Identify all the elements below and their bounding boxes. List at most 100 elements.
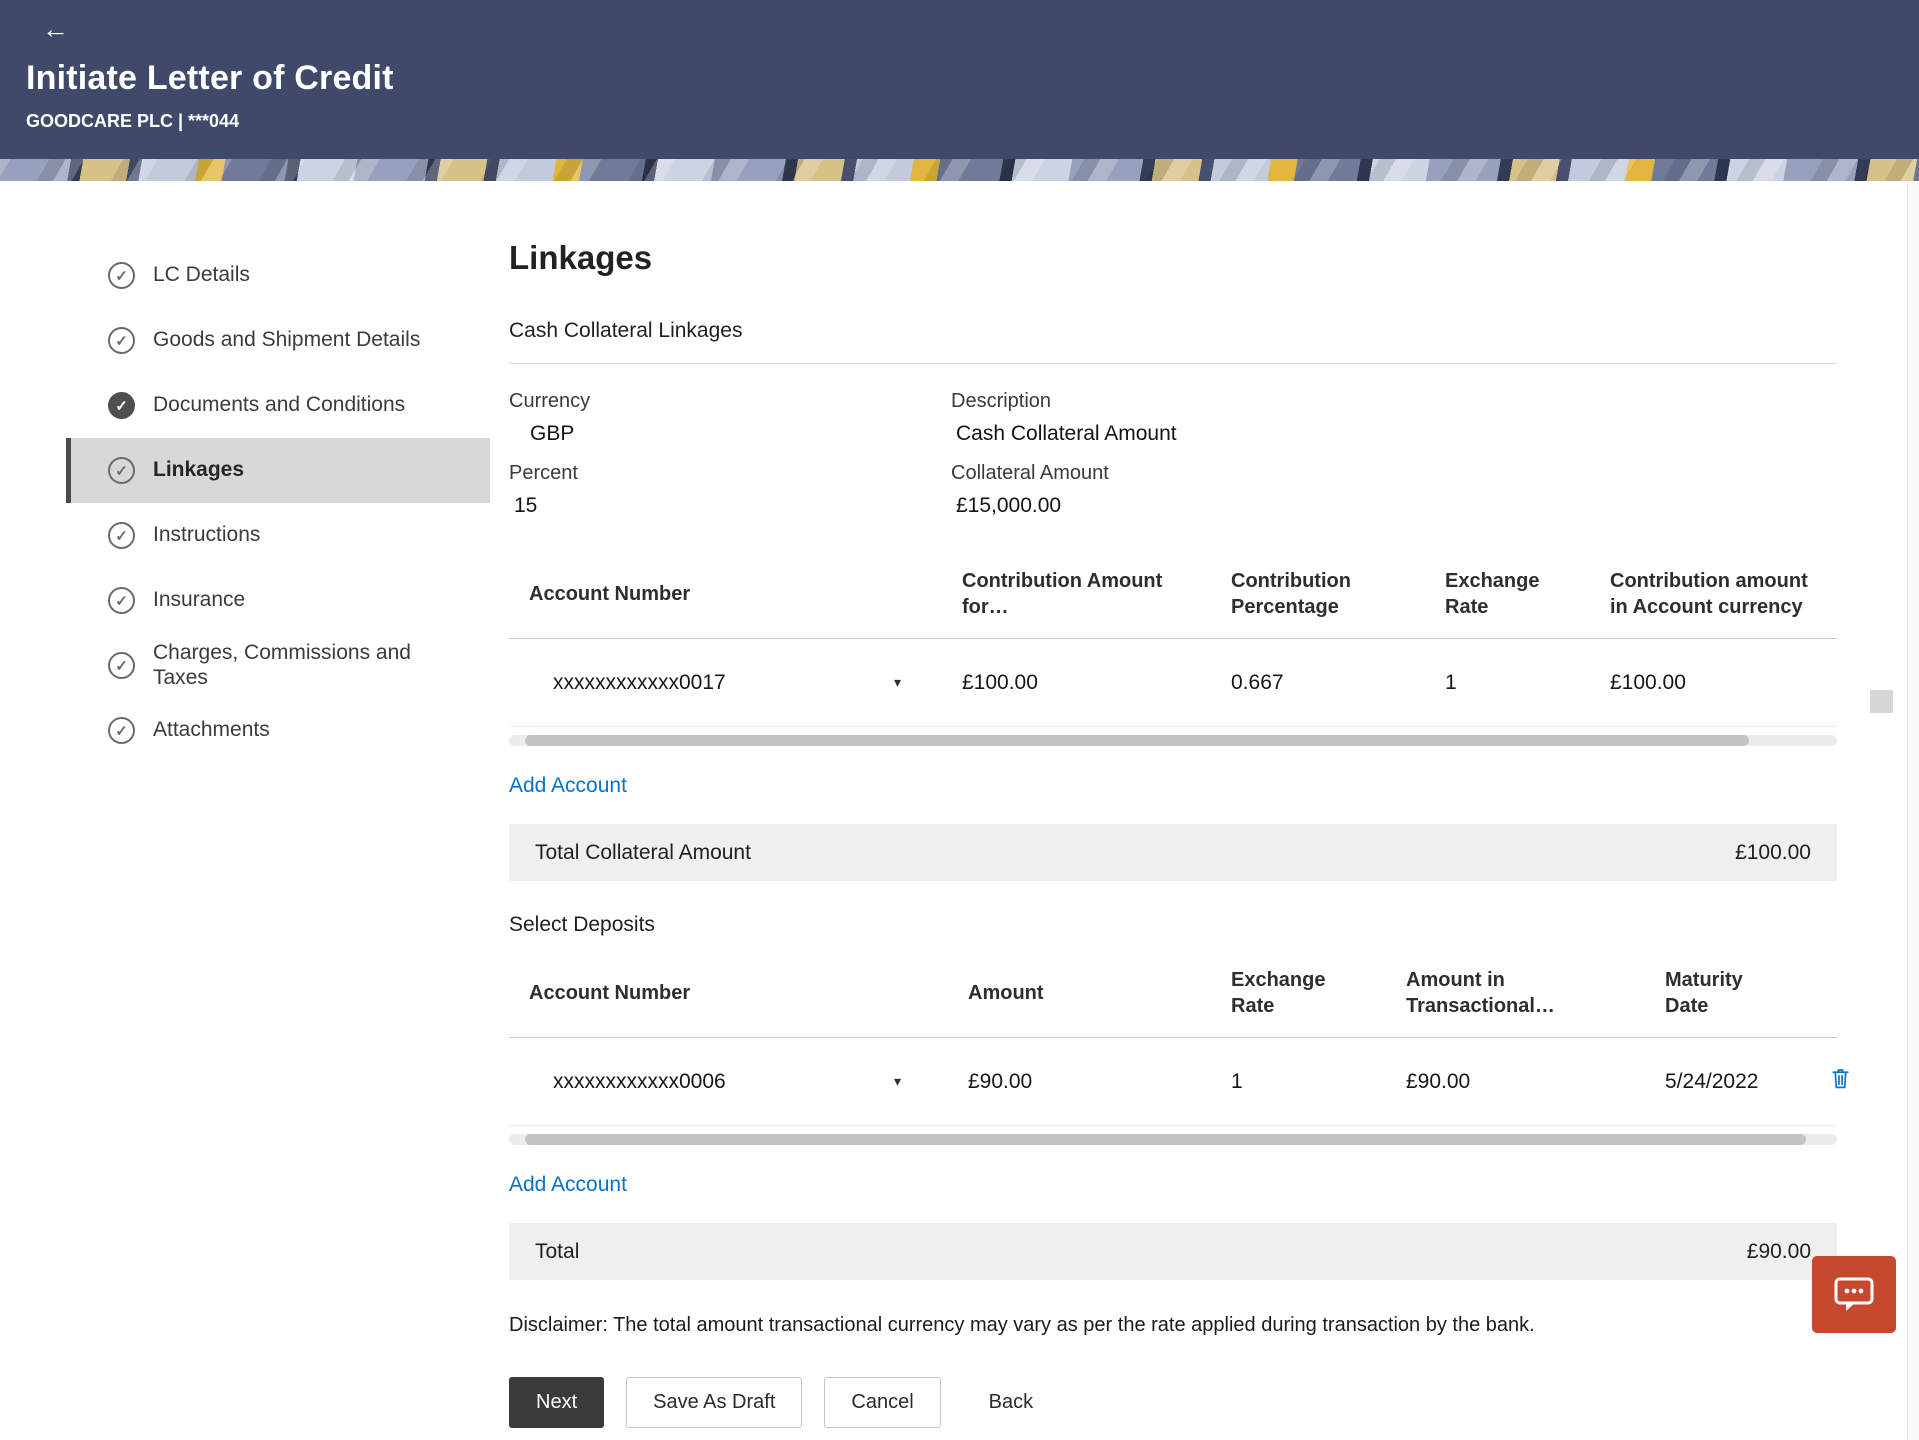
sidebar-item-charges[interactable]: ✓ Charges, Commissions and Taxes	[66, 633, 490, 698]
total-collateral-value: £100.00	[1735, 841, 1811, 865]
page: ← Initiate Letter of Credit GOODCARE PLC…	[0, 0, 1919, 1440]
sidebar-item-linkages[interactable]: ✓ Linkages	[66, 438, 490, 503]
currency-value: GBP	[509, 422, 951, 446]
back-arrow-icon[interactable]: ←	[32, 8, 79, 51]
description-label: Description	[951, 390, 1837, 413]
cash-collateral-table: Account Number Contribution Amount for… …	[509, 552, 1837, 727]
page-title: Initiate Letter of Credit	[26, 59, 1919, 98]
step-label: LC Details	[153, 263, 250, 288]
action-bar: Next Save As Draft Cancel Back	[509, 1377, 1837, 1440]
col-contribution-amount: Contribution Amount for…	[942, 568, 1211, 620]
col-exchange-rate: Exchange Rate	[1425, 568, 1590, 620]
account-cell: xxxxxxxxxxxx0017 ▾	[509, 671, 942, 695]
step-label: Attachments	[153, 718, 270, 743]
exchange-rate-cell: 1	[1425, 671, 1590, 695]
main-panel: Linkages Cash Collateral Linkages Curren…	[509, 181, 1837, 1440]
chevron-down-icon: ▾	[894, 674, 901, 691]
amount-transactional-cell: £90.00	[1386, 1070, 1645, 1094]
sidebar-item-lc-details[interactable]: ✓ LC Details	[66, 243, 490, 308]
collateral-amount-label: Collateral Amount	[951, 462, 1837, 485]
linkages-title: Linkages	[509, 239, 1837, 277]
scrollbar-thumb[interactable]	[525, 735, 1749, 746]
wizard-step-list: ✓ LC Details ✓ Goods and Shipment Detail…	[0, 181, 490, 763]
decorative-banner	[0, 159, 1919, 181]
add-account-link[interactable]: Add Account	[509, 774, 627, 798]
content: ✓ LC Details ✓ Goods and Shipment Detail…	[0, 181, 1919, 1440]
description-field: Description Cash Collateral Amount	[951, 390, 1837, 446]
step-label: Goods and Shipment Details	[153, 328, 420, 353]
step-label: Instructions	[153, 523, 260, 548]
sidebar-item-documents-conditions[interactable]: ✓ Documents and Conditions	[66, 373, 490, 438]
check-circle-icon: ✓	[108, 262, 135, 289]
percent-value: 15	[509, 494, 951, 518]
check-circle-icon: ✓	[108, 587, 135, 614]
account-number-value: xxxxxxxxxxxx0017	[553, 671, 726, 695]
cancel-button[interactable]: Cancel	[824, 1377, 940, 1428]
sidebar-item-attachments[interactable]: ✓ Attachments	[66, 698, 490, 763]
cash-collateral-table-header: Account Number Contribution Amount for… …	[509, 552, 1837, 639]
col-amount: Amount	[948, 980, 1211, 1006]
account-number-dropdown[interactable]: xxxxxxxxxxxx0017 ▾	[529, 671, 901, 695]
col-contribution-account-ccy: Contribution amount in Account currency	[1590, 568, 1837, 620]
party-name: GOODCARE PLC | ***044	[26, 111, 1919, 132]
trash-icon	[1830, 1067, 1851, 1090]
contribution-account-ccy-cell: £100.00	[1590, 671, 1837, 695]
deposits-total-row: Total £90.00	[509, 1223, 1837, 1280]
disclaimer-text: Disclaimer: The total amount transaction…	[509, 1314, 1837, 1337]
deposits-total-label: Total	[535, 1240, 579, 1264]
col-maturity-date: Maturity Date	[1645, 967, 1810, 1019]
col-amount-transactional: Amount in Transactional…	[1386, 967, 1645, 1019]
chevron-down-icon: ▾	[894, 1073, 901, 1090]
check-circle-icon: ✓	[108, 717, 135, 744]
col-account-number: Account Number	[509, 581, 942, 607]
row-actions-cell	[1810, 1067, 1850, 1096]
deposit-account-dropdown[interactable]: xxxxxxxxxxxx0006 ▾	[529, 1070, 901, 1094]
percent-field: Percent 15	[509, 462, 951, 518]
collateral-amount-value: £15,000.00	[951, 494, 1837, 518]
step-label: Documents and Conditions	[153, 393, 405, 418]
currency-label: Currency	[509, 390, 951, 413]
col-contribution-percentage: Contribution Percentage	[1211, 568, 1425, 620]
step-label: Linkages	[153, 458, 244, 483]
deposits-total-value: £90.00	[1747, 1240, 1811, 1264]
account-cell: xxxxxxxxxxxx0006 ▾	[509, 1070, 948, 1094]
account-number-value: xxxxxxxxxxxx0006	[553, 1070, 726, 1094]
add-deposit-account-link[interactable]: Add Account	[509, 1173, 627, 1197]
next-button[interactable]: Next	[509, 1377, 604, 1428]
vertical-scrollbar[interactable]	[1907, 181, 1919, 1440]
table-row: xxxxxxxxxxxx0006 ▾ £90.00 1 £90.00 5/24/…	[509, 1038, 1837, 1126]
select-deposits-section-title: Select Deposits	[509, 913, 1837, 937]
description-value: Cash Collateral Amount	[951, 422, 1837, 446]
check-circle-icon: ✓	[108, 392, 135, 419]
total-collateral-row: Total Collateral Amount £100.00	[509, 824, 1837, 881]
sidebar-item-instructions[interactable]: ✓ Instructions	[66, 503, 490, 568]
scrollbar-thumb[interactable]	[525, 1134, 1806, 1145]
sidebar-item-goods-shipment[interactable]: ✓ Goods and Shipment Details	[66, 308, 490, 373]
save-as-draft-button[interactable]: Save As Draft	[626, 1377, 802, 1428]
percent-label: Percent	[509, 462, 951, 485]
sidebar-item-insurance[interactable]: ✓ Insurance	[66, 568, 490, 633]
back-button[interactable]: Back	[963, 1378, 1059, 1427]
chat-bubble-icon	[1833, 1276, 1875, 1314]
deposits-table: Account Number Amount Exchange Rate Amou…	[509, 951, 1837, 1126]
chat-button[interactable]	[1812, 1256, 1896, 1333]
horizontal-scrollbar[interactable]	[509, 735, 1837, 746]
amount-cell: £90.00	[948, 1070, 1211, 1094]
check-circle-icon: ✓	[108, 327, 135, 354]
step-label: Charges, Commissions and Taxes	[153, 641, 463, 691]
exchange-rate-cell: 1	[1211, 1070, 1386, 1094]
maturity-date-cell: 5/24/2022	[1645, 1070, 1810, 1094]
scrollbar-thumb[interactable]	[1870, 690, 1893, 713]
cash-collateral-fields: Currency GBP Description Cash Collateral…	[509, 390, 1837, 518]
currency-field: Currency GBP	[509, 390, 951, 446]
col-account-number: Account Number	[509, 980, 948, 1006]
contribution-percentage-cell: 0.667	[1211, 671, 1425, 695]
check-circle-icon: ✓	[108, 522, 135, 549]
delete-row-button[interactable]	[1830, 1067, 1851, 1090]
total-collateral-label: Total Collateral Amount	[535, 841, 751, 865]
cash-collateral-section-title: Cash Collateral Linkages	[509, 319, 1837, 364]
check-circle-icon: ✓	[108, 652, 135, 679]
horizontal-scrollbar[interactable]	[509, 1134, 1837, 1145]
step-label: Insurance	[153, 588, 245, 613]
col-exchange-rate: Exchange Rate	[1211, 967, 1386, 1019]
